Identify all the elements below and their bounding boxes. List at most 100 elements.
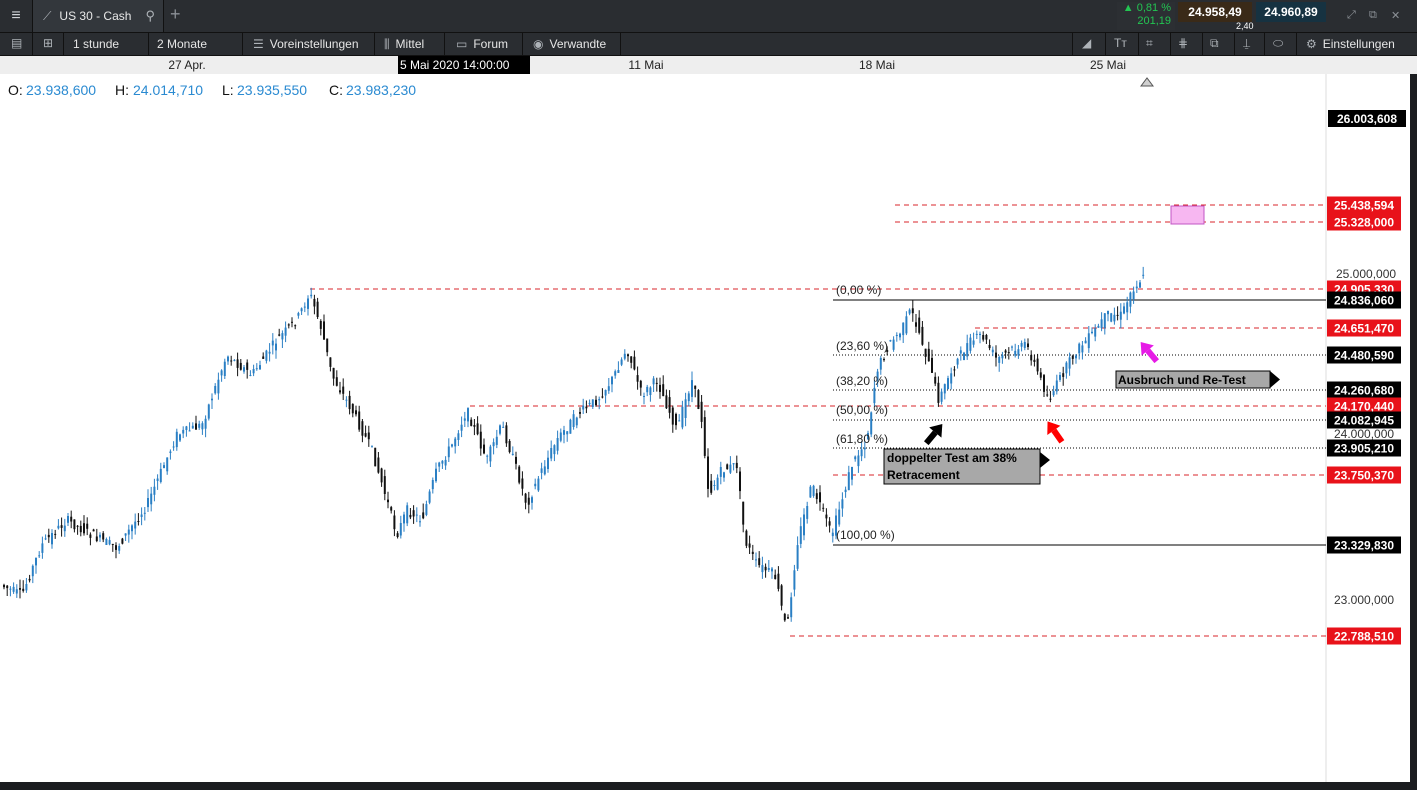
candle-body [550,448,553,459]
candle-body [447,446,450,458]
candle-body [425,504,428,515]
search-icon[interactable]: ⚲ [145,8,155,24]
candle-body [95,536,98,541]
text-tool-icon[interactable]: Tт [1114,36,1127,50]
candle-body [108,540,111,545]
candle-body [601,396,604,398]
hamburger-icon[interactable]: ≡ [0,0,33,32]
candle-body [902,322,905,336]
breakout-annotation[interactable]: Ausbruch und Re-Test [1115,370,1280,389]
candle-body [553,445,556,455]
candle-body [1055,380,1058,392]
candle-body [291,321,293,323]
candle-body [489,446,492,462]
candle-body [140,514,143,517]
candle-body [377,457,380,473]
candle-body [681,406,684,428]
eraser-icon[interactable]: ⬭ [1273,36,1283,51]
candle-body [35,558,37,566]
candle-body [1027,343,1029,347]
candle-body [982,335,985,340]
timeframe-button[interactable]: 1 stunde [73,33,119,55]
ask-price-button[interactable]: 24.960,89 [1256,2,1326,22]
candle-body [700,401,703,422]
presets-button[interactable]: ☰ Voreinstellungen [253,33,359,55]
crosshair-icon[interactable]: ⌗ [1146,36,1153,51]
candle-body [598,399,601,401]
candle-body [22,588,25,591]
candle-body [723,472,725,478]
fibonacci-icon[interactable]: ⋕ [1178,36,1188,50]
price-level-label: 23.329,830 [1334,539,1394,553]
candle-body [41,543,44,553]
range-button[interactable]: 2 Monate [157,33,207,55]
candle-body [873,387,876,404]
candle-body [262,356,265,359]
price-level-label: 24.082,945 [1334,414,1394,428]
candle-body [406,505,409,524]
fib-level-label: (23,60 %) [836,339,888,353]
candle-body [179,434,181,441]
chart-settings-button[interactable]: ⚙ Einstellungen [1306,33,1395,55]
candle-body [524,493,527,503]
candle-body [252,369,255,374]
popout-icon[interactable]: ⧉ [1369,9,1377,22]
candle-body [99,534,101,538]
candle-body [284,327,287,336]
price-level-label: 24.480,590 [1334,349,1394,363]
candle-body [57,525,60,529]
candle-body [726,464,729,470]
fullscreen-icon[interactable]: ⤢ [1347,9,1356,22]
plus-icon[interactable]: + [170,4,181,25]
layers-icon[interactable]: ⧉ [1210,36,1219,51]
candle-body [518,466,521,483]
price-level-label: 24.260,680 [1334,384,1394,398]
candle-type-icon[interactable]: ⍊ [1243,36,1250,51]
candle-body [566,431,569,435]
candle-body [547,457,549,469]
candle-body [323,321,325,340]
sidebar-toggle-icon[interactable]: ▤ [11,36,22,50]
bid-price-button[interactable]: 24.958,49 [1178,2,1252,22]
candle-body [476,423,479,435]
candle-body [297,313,300,316]
candle-body [204,418,207,429]
candle-body [246,362,249,370]
close-icon[interactable]: ✕ [1391,9,1400,22]
candle-body [556,438,559,451]
candle-body [809,486,812,498]
candle-body [1084,340,1087,344]
fib-level-label: (50,00 %) [836,403,888,417]
double-test-annotation[interactable]: doppelter Test am 38% Retracement [883,448,1050,485]
forum-button[interactable]: ▭ Forum [456,33,508,55]
candle-body [355,410,357,415]
time-axis [0,56,1417,74]
candle-body [1014,350,1017,356]
grid-icon[interactable]: ⊞ [43,36,53,50]
svg-text:H:: H: [115,82,129,98]
candle-body [1011,346,1013,348]
related-button[interactable]: ◉ Verwandte [533,33,606,55]
candle-body [1129,292,1132,307]
candle-body [841,499,844,509]
indicator-button[interactable]: ⫼ Mittel [384,33,424,55]
candle-body [527,497,530,505]
draw-line-icon[interactable]: ◢ [1082,36,1091,50]
candle-body [396,533,399,537]
candle-body [854,456,857,460]
price-level-label: 24.836,060 [1334,294,1394,308]
candle-body [623,353,626,359]
candle-body [502,426,505,428]
target-zone-box[interactable] [1170,205,1205,225]
instrument-tab[interactable]: ⟋ US 30 - Cash ⚲ [33,0,164,32]
candle-body [716,477,719,490]
candle-body [1078,343,1081,354]
candle-body [931,357,933,373]
candle-body [1062,373,1065,377]
candle-body [6,585,9,589]
candle-body [319,321,322,329]
candle-body [345,399,348,401]
candle-body [444,459,447,466]
price-chart[interactable]: 27 Apr. 11 Mai 18 Mai 25 Mai 5 Mai 2020 14:… [0,56,1417,786]
candle-body [831,532,834,537]
